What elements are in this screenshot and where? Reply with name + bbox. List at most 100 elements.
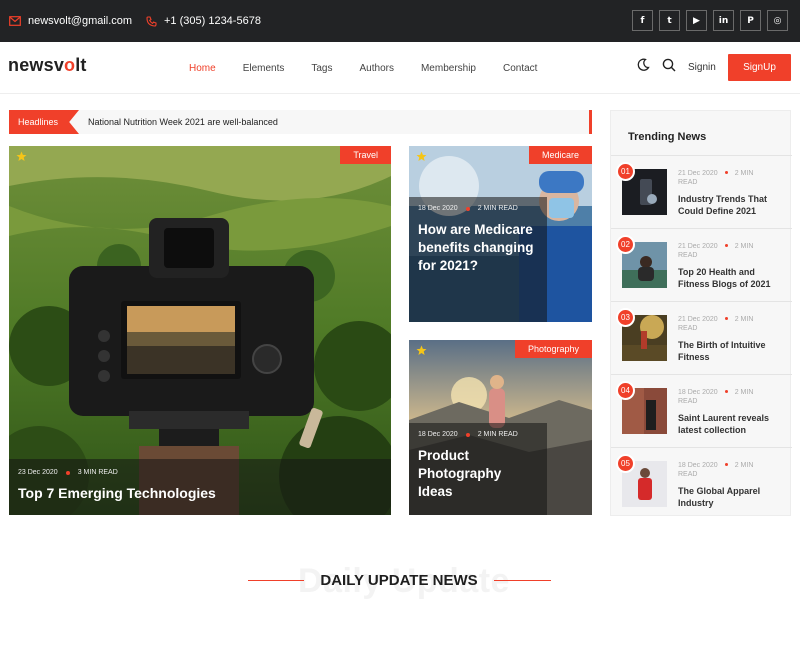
- trending-headline[interactable]: Industry Trends That Could Define 2021: [678, 193, 788, 217]
- meta-dot: [465, 432, 470, 437]
- card-overlay: 23 Dec 2020 3 MIN READ Top 7 Emerging Te…: [9, 459, 391, 515]
- dark-mode-icon[interactable]: [636, 58, 650, 72]
- post-meta: 18 Dec 2020 2 MIN READ: [418, 205, 538, 212]
- trending-headline[interactable]: The Global Apparel Industry: [678, 485, 788, 509]
- top-bar: newsvolt@gmail.com +1 (305) 1234-5678 f …: [0, 0, 800, 42]
- post-meta: 23 Dec 2020 3 MIN READ: [18, 469, 382, 476]
- logo-text-end: lt: [75, 55, 87, 75]
- trending-read: 2 MIN: [734, 462, 754, 469]
- trending-item[interactable]: 01 21 Dec 2020 2 MIN READ Industry Trends …: [611, 155, 792, 228]
- trending-read-label: READ: [678, 179, 698, 186]
- featured-card-photography[interactable]: Photography 18 Dec 2020 2 MIN READ Produ…: [409, 340, 592, 515]
- trending-read: 2 MIN: [734, 316, 754, 323]
- logo-bolt: o: [64, 55, 76, 75]
- section-divider-left: [248, 580, 304, 581]
- category-badge-medicare[interactable]: Medicare: [528, 146, 592, 164]
- trending-date: 21 Dec 2020: [678, 316, 718, 323]
- trending-meta: 21 Dec 2020 2 MIN READ: [678, 169, 788, 187]
- nav-authors[interactable]: Authors: [360, 63, 394, 74]
- headlines-label: Headlines: [9, 110, 79, 134]
- trending-meta: 21 Dec 2020 2 MIN READ: [678, 315, 788, 333]
- read-time: 2 MIN READ: [477, 431, 518, 438]
- logo-text-start: newsv: [8, 55, 65, 75]
- site-logo[interactable]: newsvolt: [8, 55, 87, 76]
- category-badge-photography[interactable]: Photography: [514, 340, 592, 358]
- post-title[interactable]: Product Photography Ideas: [418, 447, 538, 501]
- mail-icon: [9, 16, 21, 26]
- read-time: 2 MIN READ: [477, 205, 518, 212]
- social-links: f t ▶ in P ◎: [632, 10, 788, 31]
- main-header: newsvolt Home Elements Tags Authors Memb…: [0, 42, 800, 94]
- featured-star-icon: [416, 345, 427, 355]
- trending-date: 21 Dec 2020: [678, 243, 718, 250]
- twitter-icon[interactable]: t: [659, 10, 680, 31]
- trending-title: Trending News: [628, 131, 707, 143]
- nav-tags[interactable]: Tags: [311, 63, 332, 74]
- nav-elements[interactable]: Elements: [243, 63, 285, 74]
- meta-dot: [724, 317, 728, 320]
- trending-item[interactable]: 04 18 Dec 2020 2 MIN READ Saint Laurent re…: [611, 374, 792, 447]
- post-meta: 18 Dec 2020 2 MIN READ: [418, 431, 538, 438]
- meta-dot: [724, 244, 728, 247]
- meta-dot: [465, 206, 470, 211]
- trending-number: 04: [616, 381, 635, 400]
- trending-read: 2 MIN: [734, 170, 754, 177]
- post-title[interactable]: How are Medicare benefits changing for 2…: [418, 221, 538, 275]
- trending-read-label: READ: [678, 252, 698, 259]
- card-overlay: 18 Dec 2020 2 MIN READ How are Medicare …: [409, 197, 547, 322]
- trending-headline[interactable]: The Birth of Intuitive Fitness: [678, 339, 788, 363]
- signup-button[interactable]: SignUp: [728, 54, 791, 81]
- trending-headline[interactable]: Top 20 Health and Fitness Blogs of 2021: [678, 266, 788, 290]
- trending-date: 18 Dec 2020: [678, 462, 718, 469]
- featured-star-icon: [16, 151, 27, 161]
- trending-number: 01: [616, 162, 635, 181]
- card-overlay: 18 Dec 2020 2 MIN READ Product Photograp…: [409, 423, 547, 515]
- trending-read: 2 MIN: [734, 243, 754, 250]
- trending-item[interactable]: 03 21 Dec 2020 2 MIN READ The Birth of Int…: [611, 301, 792, 374]
- phone-text: +1 (305) 1234-5678: [164, 15, 261, 27]
- trending-read-label: READ: [678, 398, 698, 405]
- trending-meta: 18 Dec 2020 2 MIN READ: [678, 388, 788, 406]
- email-text: newsvolt@gmail.com: [28, 15, 133, 27]
- facebook-icon[interactable]: f: [632, 10, 653, 31]
- headlines-ticker: Headlines National Nutrition Week 2021 a…: [9, 110, 592, 134]
- linkedin-icon[interactable]: in: [713, 10, 734, 31]
- pinterest-icon[interactable]: P: [740, 10, 761, 31]
- trending-headline[interactable]: Saint Laurent reveals latest collection: [678, 412, 788, 436]
- nav-home[interactable]: Home: [189, 63, 216, 74]
- phone-contact[interactable]: +1 (305) 1234-5678: [146, 0, 261, 42]
- post-title[interactable]: Top 7 Emerging Technologies: [18, 485, 382, 501]
- trending-number: 03: [616, 308, 635, 327]
- post-date: 23 Dec 2020: [18, 469, 58, 476]
- trending-meta: 21 Dec 2020 2 MIN READ: [678, 242, 788, 260]
- trending-number: 02: [616, 235, 635, 254]
- section-title: DAILY UPDATE NEWS: [320, 572, 478, 589]
- trending-number: 05: [616, 454, 635, 473]
- featured-star-icon: [416, 151, 427, 161]
- trending-item[interactable]: 02 21 Dec 2020 2 MIN READ Top 20 Health an…: [611, 228, 792, 301]
- email-contact[interactable]: newsvolt@gmail.com: [9, 0, 132, 42]
- nav-membership[interactable]: Membership: [421, 63, 476, 74]
- trending-news-panel: Trending News 01 21 Dec 2020 2 MIN READ In…: [610, 110, 792, 516]
- trending-read-label: READ: [678, 471, 698, 478]
- search-icon[interactable]: [662, 58, 676, 72]
- trending-item[interactable]: 05 18 Dec 2020 2 MIN READ The Global Appar…: [611, 447, 792, 520]
- post-date: 18 Dec 2020: [418, 205, 458, 212]
- trending-read: 2 MIN: [734, 389, 754, 396]
- featured-card-medicare[interactable]: Medicare 18 Dec 2020 2 MIN READ How are …: [409, 146, 592, 322]
- post-date: 18 Dec 2020: [418, 431, 458, 438]
- main-nav: Home Elements Tags Authors Membership Co…: [189, 42, 564, 94]
- trending-meta: 18 Dec 2020 2 MIN READ: [678, 461, 788, 479]
- meta-dot: [65, 470, 70, 475]
- signin-link[interactable]: Signin: [688, 62, 716, 73]
- meta-dot: [724, 171, 728, 174]
- headline-text[interactable]: National Nutrition Week 2021 are well-ba…: [88, 117, 278, 127]
- phone-icon: [146, 15, 157, 27]
- instagram-icon[interactable]: ◎: [767, 10, 788, 31]
- category-badge-travel[interactable]: Travel: [340, 146, 391, 164]
- nav-contact[interactable]: Contact: [503, 63, 537, 74]
- meta-dot: [724, 463, 728, 466]
- trending-read-label: READ: [678, 325, 698, 332]
- featured-card-travel[interactable]: Travel 23 Dec 2020 3 MIN READ Top 7 Emer…: [9, 146, 391, 515]
- youtube-icon[interactable]: ▶: [686, 10, 707, 31]
